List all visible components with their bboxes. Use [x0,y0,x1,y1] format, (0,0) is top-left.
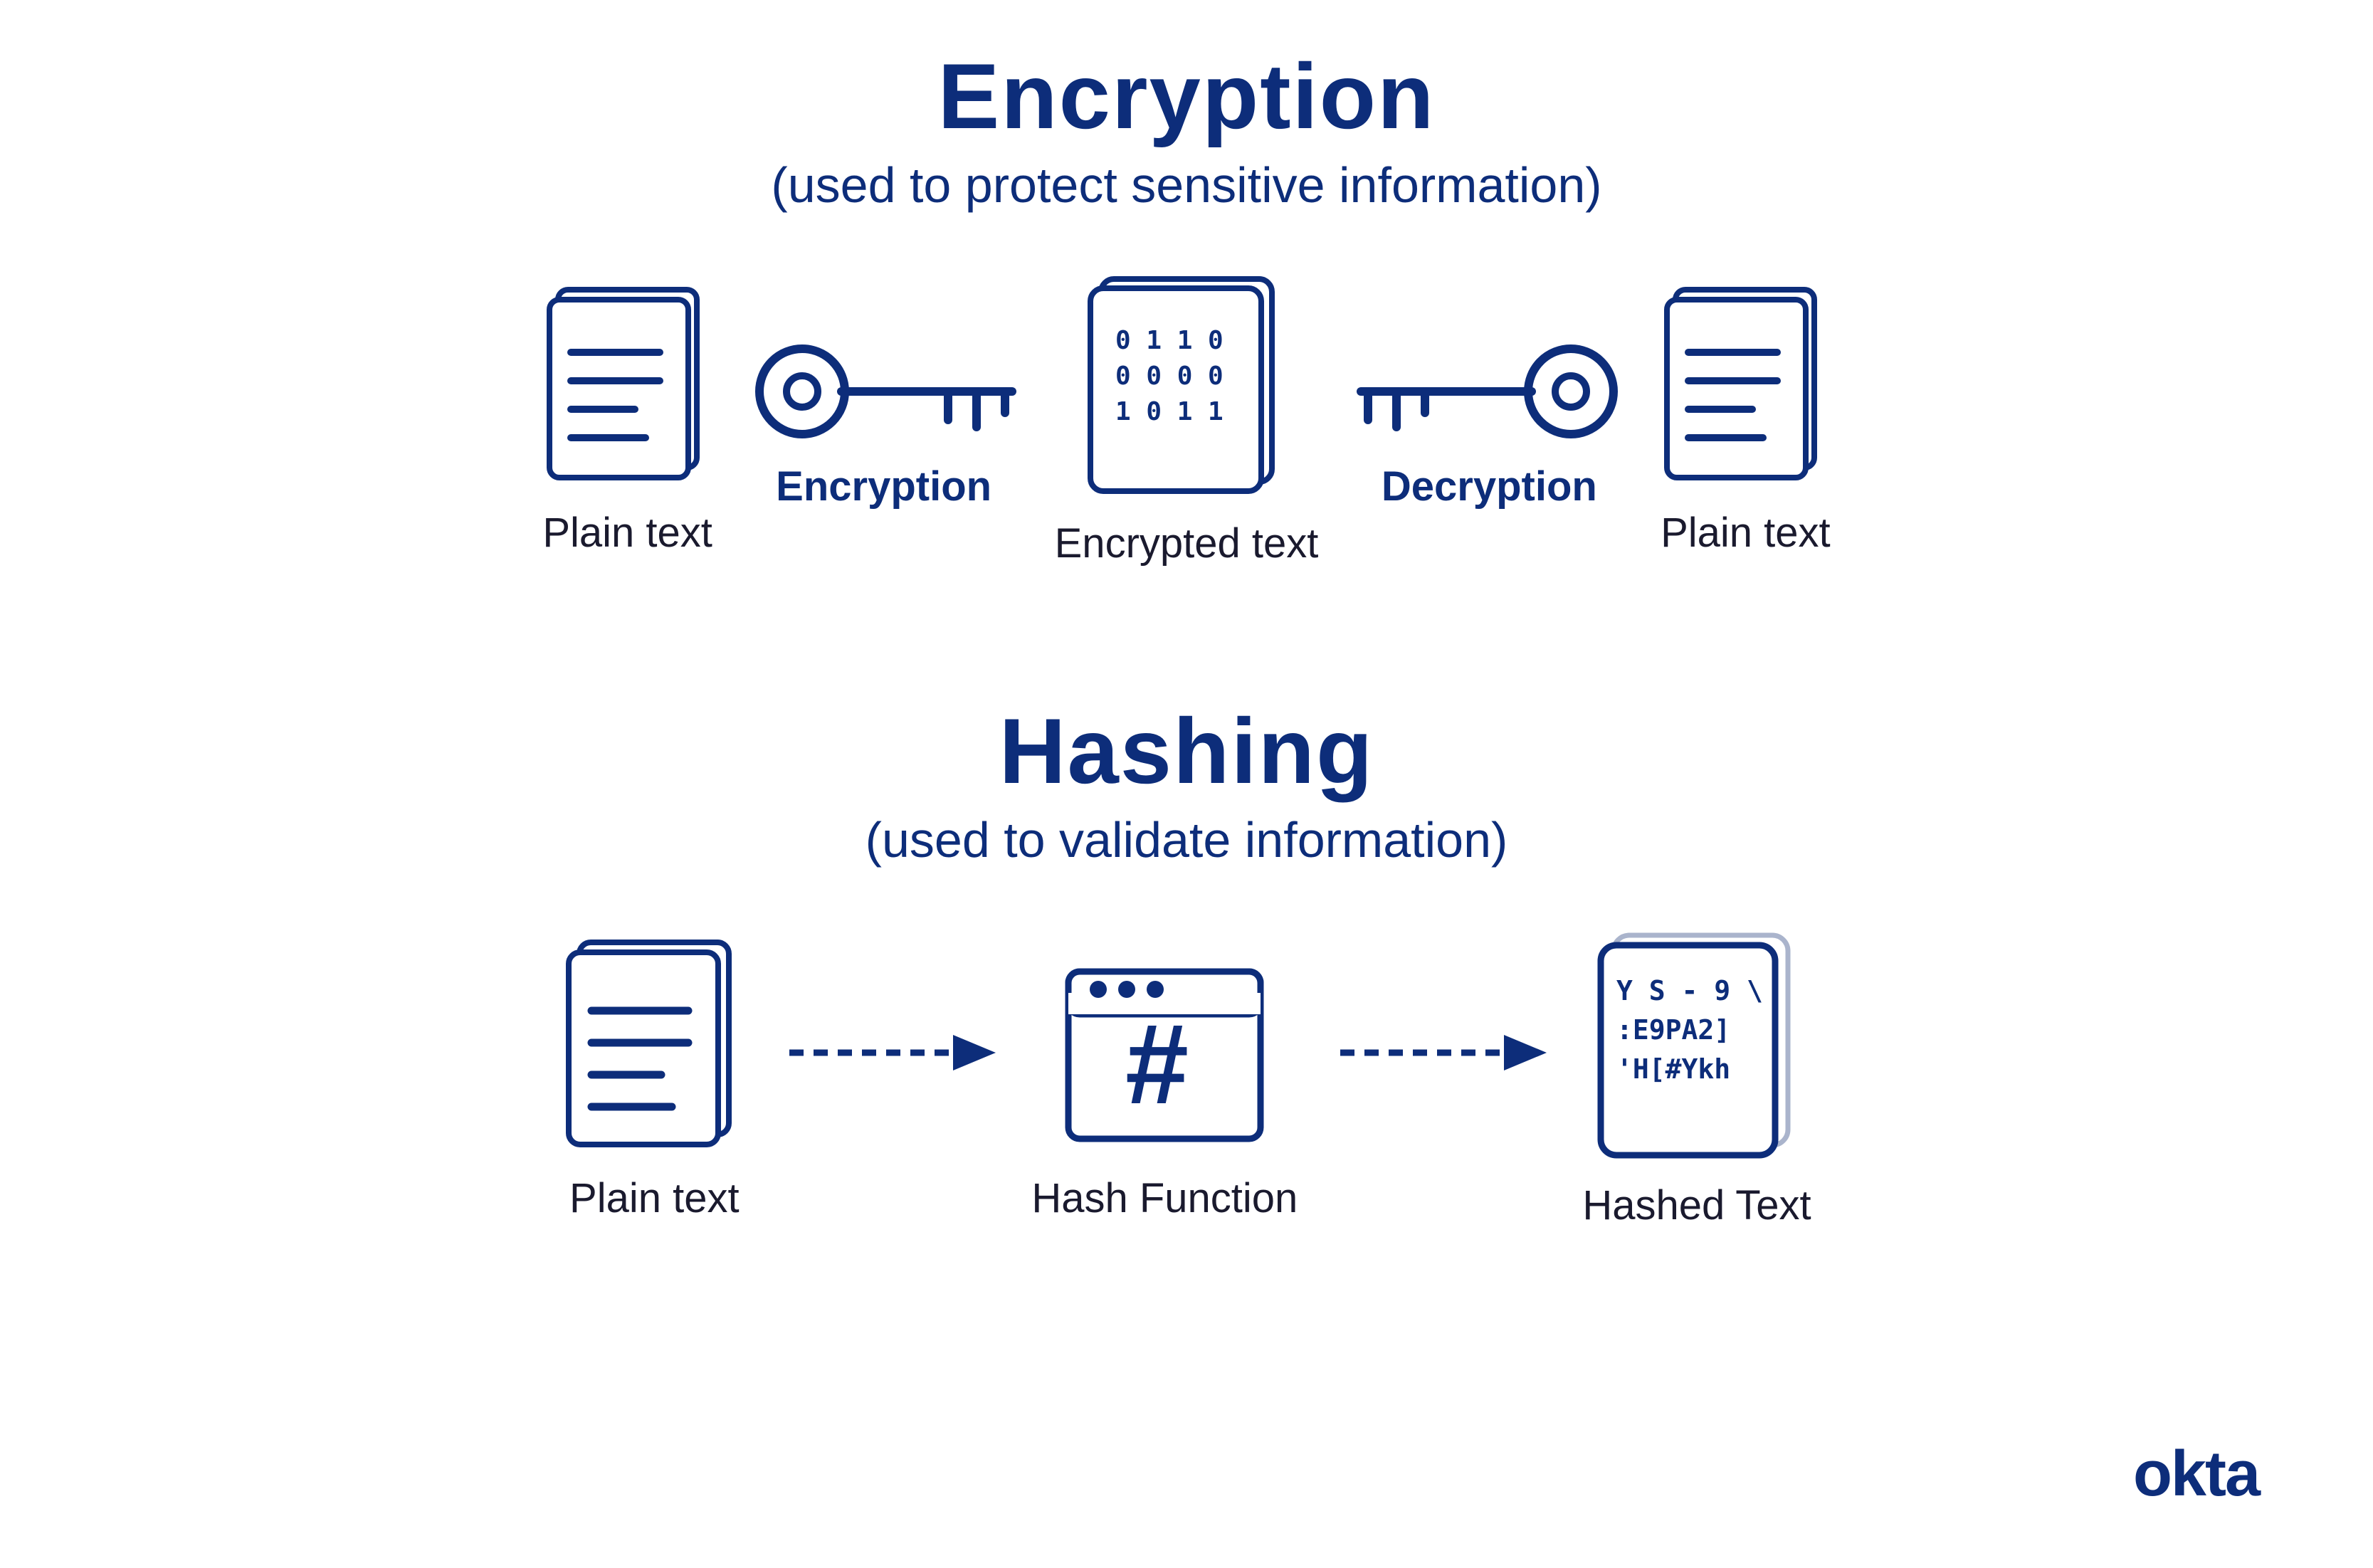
page-container: Encryption (used to protect sensitive in… [0,0,2373,1568]
svg-text:1 0 1 1: 1 0 1 1 [1115,397,1224,426]
section-divider [170,624,2204,626]
encryption-ciphertext-label: Encrypted text [1055,520,1319,567]
hashed-text-item: Y S - 9 \ :E9PA2] 'H[#Ykh Hashed Text [1582,925,1811,1229]
hashing-flow-row: Plain text [57,925,2316,1229]
encryption-section: Encryption (used to protect sensitive in… [57,43,2316,582]
encryption-key-icon [749,327,1019,456]
hash-function-item: # Hash Function [1031,932,1298,1222]
encryption-title: Encryption [938,43,1436,149]
hash-function-label: Hash Function [1031,1174,1298,1222]
hash-arrow-2 [1333,1024,1547,1131]
svg-text:Y S - 9 \: Y S - 9 \ [1616,975,1763,1006]
svg-text:#: # [1125,1000,1189,1127]
encryption-key-connector: Encryption [735,327,1033,510]
decryption-plaintext-label: Plain text [1661,509,1831,557]
hashing-plaintext-doc-icon [562,932,747,1153]
hash-arrow-1 [782,1024,996,1131]
encryption-subtitle: (used to protect sensitive information) [771,157,1601,214]
okta-logo: okta [2133,1438,2259,1511]
decryption-key-connector: Decryption [1340,327,1638,510]
svg-text:0 0 0 0: 0 0 0 0 [1115,362,1224,391]
decryption-key-label: Decryption [1382,463,1597,510]
hashed-text-label: Hashed Text [1582,1182,1811,1229]
ciphertext-doc-icon: 0 1 1 0 0 0 0 0 1 0 1 1 [1083,270,1290,498]
hashing-plaintext-label: Plain text [569,1174,740,1222]
hashed-text-icon: Y S - 9 \ :E9PA2] 'H[#Ykh [1594,925,1800,1160]
decryption-plaintext-item: Plain text [1660,281,1831,557]
decryption-doc-icon [1660,281,1831,488]
hash-function-icon: # [1061,932,1268,1153]
svg-text::E9PA2]: :E9PA2] [1616,1014,1730,1046]
svg-text:0 1 1 0: 0 1 1 0 [1115,326,1224,355]
encryption-key-label: Encryption [776,463,991,510]
hashing-plaintext-item: Plain text [562,932,747,1222]
hashing-title: Hashing [999,698,1374,804]
encryption-ciphertext-item: 0 1 1 0 0 0 0 0 1 0 1 1 Encrypted text [1055,270,1319,567]
plaintext-doc-icon [542,281,713,488]
hashing-section: Hashing (used to validate information) P… [57,698,2316,1243]
encryption-plaintext-item: Plain text [542,281,713,557]
encryption-plaintext-label: Plain text [542,509,712,557]
encryption-flow-row: Plain text Encryption [57,270,2316,567]
hashing-subtitle: (used to validate information) [865,811,1508,868]
decryption-key-icon [1354,327,1624,456]
svg-text:'H[#Ykh: 'H[#Ykh [1616,1053,1730,1085]
